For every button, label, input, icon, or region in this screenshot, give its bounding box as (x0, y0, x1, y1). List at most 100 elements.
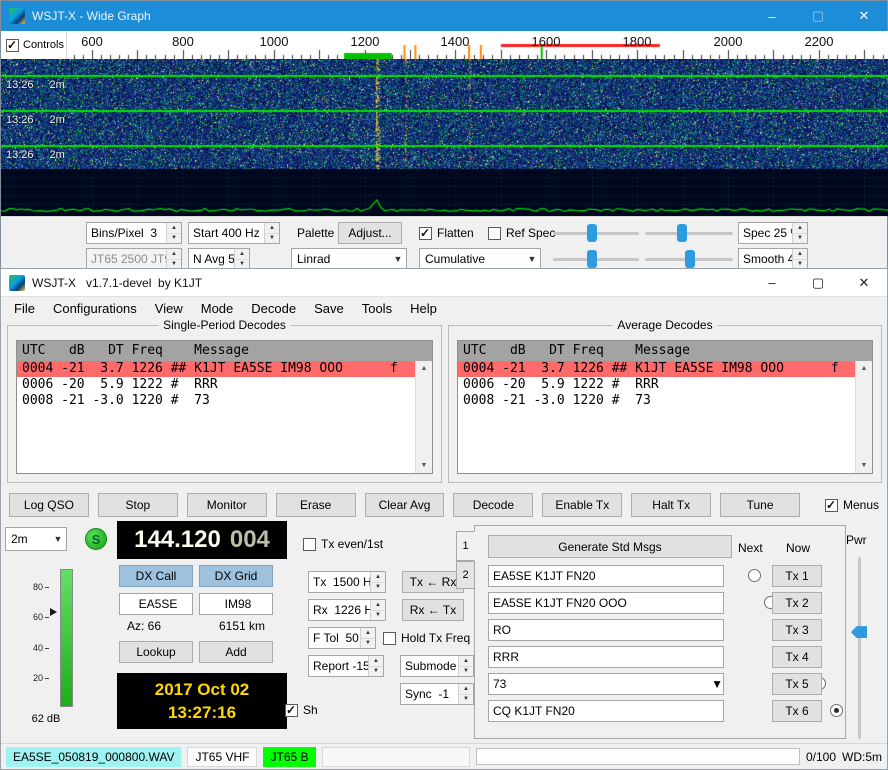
scroll-up-icon[interactable]: ▲ (416, 361, 432, 376)
decode-row[interactable]: 0006 -20 5.9 1222 # RRR (458, 377, 855, 393)
generate-std-msgs-button[interactable]: Generate Std Msgs (488, 535, 732, 558)
stop-button[interactable]: Stop (98, 493, 178, 517)
spin-up-icon[interactable]: ▲ (235, 249, 249, 260)
hold-tx-freq-checkbox[interactable] (383, 632, 396, 645)
spin-up-icon[interactable]: ▲ (167, 223, 181, 234)
waterfall-canvas[interactable] (1, 59, 888, 216)
spin-up-icon[interactable]: ▲ (167, 249, 181, 260)
ref-spec-checkbox[interactable] (488, 227, 501, 240)
sh-checkbox[interactable] (285, 704, 298, 717)
tx5-message-combobox[interactable]: 73 ▼ (488, 673, 724, 695)
waterfall-zero-slider[interactable] (645, 222, 733, 244)
tx6-next-radio[interactable] (830, 704, 843, 717)
bins-pixel-spinbox[interactable]: Bins/Pixel 3 ▲▼ (86, 222, 182, 244)
spin-up-icon[interactable]: ▲ (459, 684, 473, 695)
tx2-message-field[interactable]: EA5SE K1JT FN20 OOO (488, 592, 724, 614)
slider-handle[interactable] (587, 250, 597, 268)
start-freq-spinbox[interactable]: Start 400 Hz ▲▼ (188, 222, 280, 244)
add-button[interactable]: Add (199, 641, 273, 663)
spin-down-icon[interactable]: ▼ (167, 234, 181, 244)
maximize-icon[interactable]: ▢ (795, 269, 841, 296)
menu-tools[interactable]: Tools (353, 298, 401, 319)
close-icon[interactable]: ✕ (841, 1, 887, 31)
spin-up-icon[interactable]: ▲ (793, 249, 807, 260)
tab-2[interactable]: 2 (456, 561, 475, 589)
decode-row[interactable]: 0004 -21 3.7 1226 ## K1JT EA5SE IM98 OOO… (458, 361, 855, 377)
tx1-message-field[interactable]: EA5SE K1JT FN20 (488, 565, 724, 587)
controls-checkbox[interactable] (6, 39, 19, 52)
tx3-now-button[interactable]: Tx 3 (772, 619, 822, 641)
decode-row[interactable]: 0004 -21 3.7 1226 ## K1JT EA5SE IM98 OOO… (17, 361, 415, 377)
spin-down-icon[interactable]: ▼ (265, 234, 279, 244)
decode-text[interactable]: 0004 -21 3.7 1226 ## K1JT EA5SE IM98 OOO… (458, 361, 855, 473)
tx2-now-button[interactable]: Tx 2 (772, 592, 822, 614)
scrollbar[interactable]: ▲ ▼ (855, 361, 872, 473)
menu-mode[interactable]: Mode (192, 298, 243, 319)
decode-row[interactable]: 0008 -21 -3.0 1220 # 73 (458, 393, 855, 409)
main-titlebar[interactable]: WSJT-X v1.7.1-devel by K1JT – ▢ ✕ (1, 269, 887, 297)
halt-tx-button[interactable]: Halt Tx (631, 493, 711, 517)
spin-down-icon[interactable]: ▼ (459, 667, 473, 677)
erase-button[interactable]: Erase (276, 493, 356, 517)
dx-call-button[interactable]: DX Call (119, 565, 193, 587)
spectrum-zero-slider[interactable] (645, 248, 733, 270)
tx1-now-button[interactable]: Tx 1 (772, 565, 822, 587)
clear-avg-button[interactable]: Clear Avg (365, 493, 445, 517)
enable-tx-button[interactable]: Enable Tx (542, 493, 622, 517)
slider-handle[interactable] (587, 224, 597, 242)
tx4-message-field[interactable]: RRR (488, 646, 724, 668)
spectrum-gain-slider[interactable] (553, 248, 639, 270)
spin-down-icon[interactable]: ▼ (371, 611, 385, 621)
band-combobox[interactable]: 2m ▼ (5, 527, 67, 551)
slider-handle[interactable] (685, 250, 695, 268)
dx-call-field[interactable]: EA5SE (119, 593, 193, 615)
tx-even-checkbox[interactable] (303, 538, 316, 551)
slider-handle[interactable] (851, 626, 867, 638)
tx6-now-button[interactable]: Tx 6 (772, 700, 822, 722)
wide-graph-titlebar[interactable]: WSJT-X - Wide Graph – ▢ ✕ (1, 1, 887, 31)
spin-up-icon[interactable]: ▲ (371, 572, 385, 583)
minimize-icon[interactable]: – (749, 269, 795, 296)
sync-spinbox[interactable]: Sync -1 ▲▼ (400, 683, 474, 705)
menu-decode[interactable]: Decode (242, 298, 305, 319)
tx4-now-button[interactable]: Tx 4 (772, 646, 822, 668)
scrollbar[interactable]: ▲ ▼ (415, 361, 432, 473)
waterfall-gain-slider[interactable] (553, 222, 639, 244)
rx-from-tx-button[interactable]: Rx ← Tx (402, 599, 464, 621)
tx3-message-field[interactable]: RO (488, 619, 724, 641)
spin-up-icon[interactable]: ▲ (265, 223, 279, 234)
spec-percent-spinbox[interactable]: Spec 25 % ▲▼ (738, 222, 808, 244)
maximize-icon[interactable]: ▢ (795, 1, 841, 31)
spectrum-mode-combobox[interactable]: Cumulative ▼ (419, 248, 541, 270)
spin-up-icon[interactable]: ▲ (459, 656, 473, 667)
spin-up-icon[interactable]: ▲ (793, 223, 807, 234)
decode-row[interactable]: 0006 -20 5.9 1222 # RRR (17, 377, 415, 393)
scroll-up-icon[interactable]: ▲ (856, 361, 872, 376)
spin-up-icon[interactable]: ▲ (371, 600, 385, 611)
decode-row[interactable]: 0008 -21 -3.0 1220 # 73 (17, 393, 415, 409)
tx6-message-field[interactable]: CQ K1JT FN20 (488, 700, 724, 722)
close-icon[interactable]: ✕ (841, 269, 887, 296)
lookup-button[interactable]: Lookup (119, 641, 193, 663)
scroll-down-icon[interactable]: ▼ (856, 458, 872, 473)
tx5-now-button[interactable]: Tx 5 (772, 673, 822, 695)
submode-spinbox[interactable]: Submode B ▲▼ (400, 655, 474, 677)
report-spinbox[interactable]: Report -15 ▲▼ (308, 655, 384, 677)
tx-freq-spinbox[interactable]: Tx 1500 Hz ▲▼ (308, 571, 386, 593)
menu-file[interactable]: File (5, 298, 44, 319)
minimize-icon[interactable]: – (749, 1, 795, 31)
tx1-next-radio[interactable] (748, 569, 761, 582)
menu-help[interactable]: Help (401, 298, 446, 319)
smooth-spinbox[interactable]: Smooth 4 ▲▼ (738, 248, 808, 270)
scroll-down-icon[interactable]: ▼ (416, 458, 432, 473)
slider-handle[interactable] (677, 224, 687, 242)
n-avg-spinbox[interactable]: N Avg 5 ▲▼ (188, 248, 250, 270)
spin-down-icon[interactable]: ▼ (793, 234, 807, 244)
flatten-checkbox[interactable] (419, 227, 432, 240)
rx-freq-spinbox[interactable]: Rx 1226 Hz ▲▼ (308, 599, 386, 621)
adjust-palette-button[interactable]: Adjust... (338, 222, 402, 244)
jt65-jt9-split-spinbox[interactable]: JT65 2500 JT9 ▲▼ (86, 248, 182, 270)
dx-grid-button[interactable]: DX Grid (199, 565, 273, 587)
spin-up-icon[interactable]: ▲ (369, 656, 383, 667)
spin-up-icon[interactable]: ▲ (361, 628, 375, 639)
